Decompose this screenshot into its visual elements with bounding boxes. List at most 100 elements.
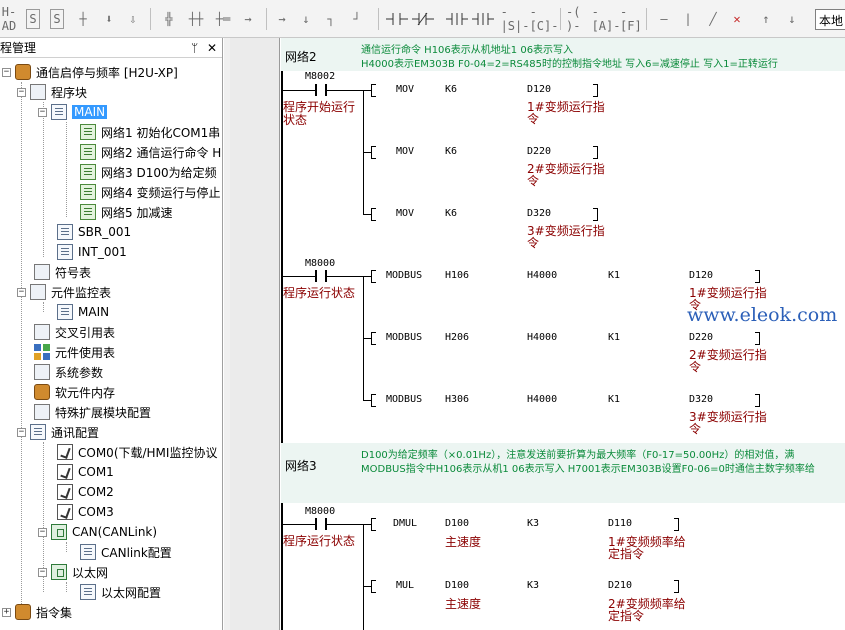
tree-item-network-3[interactable]: 网络3 D100为给定频 (80, 162, 217, 182)
collapse-icon[interactable]: − (38, 107, 47, 117)
instruction-op[interactable]: MODBUS (386, 270, 422, 281)
operand[interactable]: K6 (445, 146, 457, 157)
instruction-op[interactable]: MODBUS (386, 332, 422, 343)
collapse-icon[interactable]: − (2, 67, 11, 77)
tree-item-soft-memory[interactable]: 软元件内存 (34, 382, 115, 402)
operand[interactable]: K6 (445, 84, 457, 95)
collapse-icon[interactable]: − (38, 567, 47, 577)
pin-icon[interactable]: ᛘ (191, 38, 198, 58)
normally-open-contact[interactable] (315, 518, 327, 530)
tree-item-monitor-main[interactable]: MAIN (57, 302, 109, 322)
instruction-op[interactable]: MOV (396, 146, 414, 157)
tree-item-network-4[interactable]: 网络4 变频运行与停止 (80, 182, 220, 202)
instruction-op[interactable]: MUL (396, 580, 414, 591)
operand[interactable]: H4000 (527, 270, 557, 281)
tree-item-int[interactable]: INT_001 (57, 242, 127, 262)
collapse-icon[interactable]: − (17, 87, 26, 97)
operand[interactable]: K1 (608, 394, 620, 405)
tree-item-usage-table[interactable]: 元件使用表 (34, 342, 115, 362)
tree-item-can[interactable]: − CAN(CANLink) (38, 522, 157, 542)
operand[interactable]: K3 (527, 580, 539, 591)
operand[interactable]: H4000 (527, 394, 557, 405)
instruction-op[interactable]: MODBUS (386, 394, 422, 405)
network-2-header[interactable]: 网络2 通信运行命令 H106表示从机地址1 06表示写入 H4000表示EM3… (281, 38, 845, 71)
operand[interactable]: D100 (445, 580, 469, 591)
draw-horizontal-icon[interactable]: — (654, 9, 674, 29)
tree-root[interactable]: − 通信启停与频率 [H2U-XP] (2, 62, 178, 82)
tree-item-program-block[interactable]: − 程序块 (17, 82, 87, 102)
arrow-up-icon[interactable]: ↑ (758, 9, 774, 29)
tree-item-symbol-table[interactable]: 符号表 (34, 262, 91, 282)
operand[interactable]: H4000 (527, 332, 557, 343)
corner-down-icon[interactable]: ┐ (322, 9, 340, 29)
counter-icon[interactable]: -[C]- (530, 5, 559, 33)
operand[interactable]: D220 (527, 146, 551, 157)
operand[interactable]: K6 (445, 208, 457, 219)
draw-vertical-icon[interactable]: | (680, 9, 696, 29)
insert-series-icon[interactable]: ┼═ (212, 9, 234, 29)
normally-open-contact[interactable] (315, 84, 327, 96)
set-contact-icon[interactable]: -|S|- (501, 5, 530, 33)
instruction-op[interactable]: DMUL (393, 518, 417, 529)
operand[interactable]: K1 (608, 270, 620, 281)
insert-branch-icon[interactable]: ╬ (158, 9, 180, 29)
collapse-icon[interactable]: − (38, 527, 47, 537)
application-instruction-icon[interactable]: -[A]- (592, 5, 621, 33)
tree-item-instruction-set[interactable]: + 指令集 (2, 602, 72, 622)
tree-item-comm-config[interactable]: − 通讯配置 (17, 422, 99, 442)
corner-up-icon[interactable]: ┘ (348, 9, 366, 29)
output-coil-icon[interactable]: -( )- (566, 5, 592, 33)
draw-diagonal-icon[interactable]: ╱ (704, 9, 722, 29)
operand[interactable]: H306 (445, 394, 469, 405)
instruction-op[interactable]: MOV (396, 84, 414, 95)
vertical-line-icon[interactable]: ↓ (298, 9, 314, 29)
operand[interactable]: D120 (527, 84, 551, 95)
insert-column-icon[interactable]: ┼ (74, 9, 92, 29)
tree-item-com1[interactable]: COM1 (57, 462, 114, 482)
horizontal-line-icon[interactable]: → (272, 9, 292, 29)
normally-closed-contact-icon[interactable] (412, 9, 434, 29)
function-block-icon[interactable]: -[F] (620, 5, 642, 33)
operand[interactable]: H106 (445, 270, 469, 281)
location-combo[interactable]: 本地 (815, 9, 845, 30)
normally-open-contact[interactable] (315, 270, 327, 282)
tree-item-ethernet[interactable]: − 以太网 (38, 562, 108, 582)
operand[interactable]: D110 (608, 518, 632, 529)
collapse-icon[interactable]: − (17, 427, 26, 437)
operand[interactable]: D320 (527, 208, 551, 219)
tree-item-network-2[interactable]: 网络2 通信运行命令 H (80, 142, 221, 162)
instruction-op[interactable]: MOV (396, 208, 414, 219)
ladder-editor[interactable]: 网络2 通信运行命令 H106表示从机地址1 06表示写入 H4000表示EM3… (230, 38, 845, 630)
set-icon[interactable]: S (26, 9, 40, 29)
tree-item-com2[interactable]: COM2 (57, 482, 114, 502)
tree-item-canlink[interactable]: CANlink配置 (80, 542, 172, 562)
tree-item-sbr[interactable]: SBR_001 (57, 222, 131, 242)
delete-line-icon[interactable]: ✕ (728, 9, 746, 29)
operand[interactable]: D320 (689, 394, 713, 405)
operand[interactable]: D220 (689, 332, 713, 343)
delete-row-icon[interactable]: ⇩ (124, 9, 142, 29)
insert-parallel-icon[interactable]: ┼┼ (185, 9, 207, 29)
falling-edge-icon[interactable] (472, 9, 494, 29)
close-icon[interactable]: ✕ (207, 38, 217, 58)
set-icon-2[interactable]: S (50, 9, 64, 29)
insert-row-icon[interactable]: ⬇ (100, 9, 118, 29)
rung-area[interactable]: 网络2 通信运行命令 H106表示从机地址1 06表示写入 H4000表示EM3… (281, 38, 845, 630)
expand-icon[interactable]: + (2, 607, 11, 617)
tree-item-com0[interactable]: COM0(下载/HMI监控协议 (57, 442, 217, 462)
operand[interactable]: D120 (689, 270, 713, 281)
tree-item-monitor-table[interactable]: − 元件监控表 (17, 282, 111, 302)
operand[interactable]: H206 (445, 332, 469, 343)
tree-item-network-5[interactable]: 网络5 加减速 (80, 202, 172, 222)
operand[interactable]: K1 (608, 332, 620, 343)
arrow-down-icon[interactable]: ↓ (784, 9, 800, 29)
tree-item-cross-ref[interactable]: 交叉引用表 (34, 322, 115, 342)
normally-open-contact-icon[interactable] (386, 9, 408, 29)
collapse-icon[interactable]: − (17, 287, 26, 297)
tree-item-ethernet-config[interactable]: 以太网配置 (80, 582, 161, 602)
delete-series-icon[interactable]: → (237, 9, 259, 29)
tree-item-main[interactable]: − MAIN (38, 102, 108, 122)
analog-icon[interactable]: H-AD (2, 5, 16, 33)
tree-item-com3[interactable]: COM3 (57, 502, 114, 522)
tree-item-special-module[interactable]: 特殊扩展模块配置 (34, 402, 151, 422)
